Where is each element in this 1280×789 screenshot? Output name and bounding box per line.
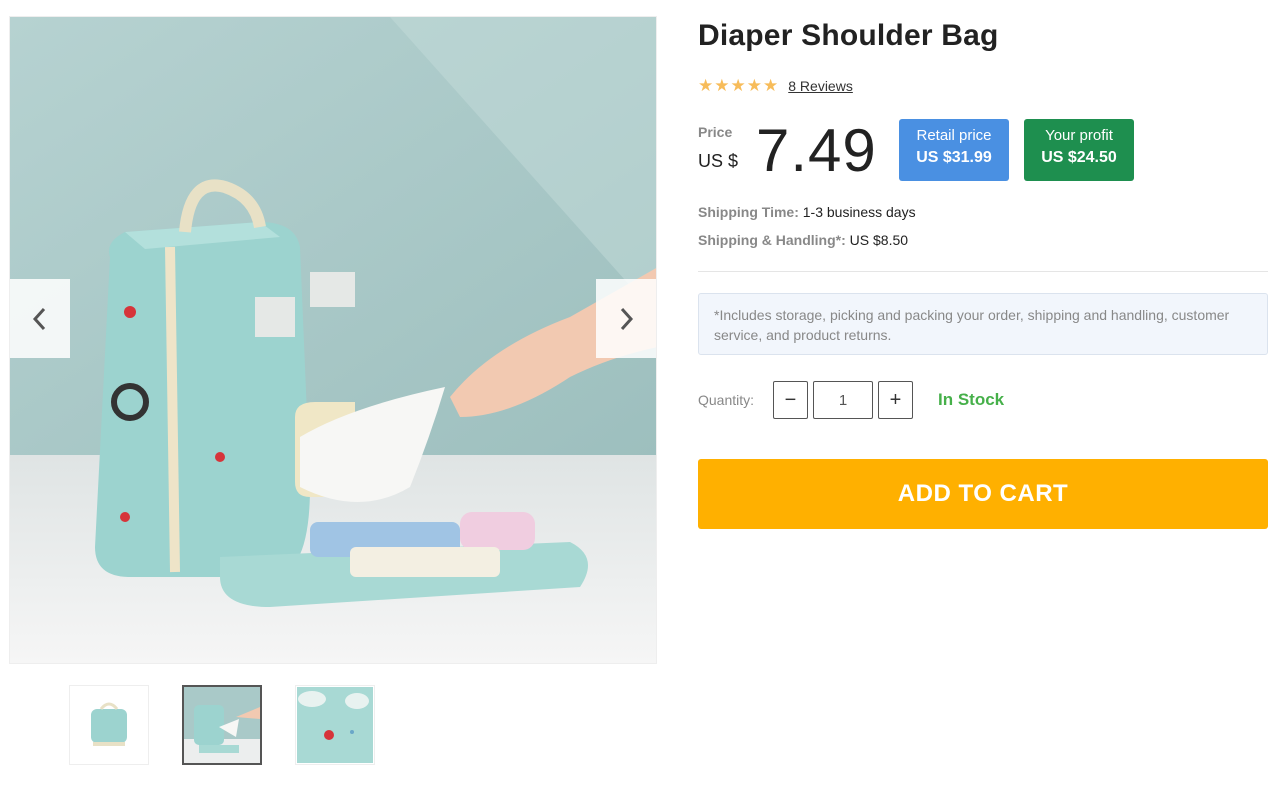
star-icon: ★ (746, 76, 762, 95)
divider (698, 271, 1268, 272)
retail-price-label: Retail price (916, 127, 992, 144)
price-label: Price (698, 124, 733, 140)
add-to-cart-button[interactable]: ADD TO CART (698, 459, 1268, 529)
chevron-left-icon (32, 307, 46, 330)
product-main-image (9, 16, 657, 664)
quantity-increase-button[interactable]: + (878, 381, 913, 419)
quantity-decrease-button[interactable]: − (773, 381, 808, 419)
thumbnail-image (184, 687, 260, 763)
shipping-handling: Shipping & Handling*: US $8.50 (698, 232, 908, 248)
shipping-time: Shipping Time: 1-3 business days (698, 204, 916, 220)
star-icon: ★ (730, 76, 746, 95)
thumbnail-image (91, 702, 127, 746)
profit-badge: Your profit US $24.50 (1024, 119, 1134, 181)
star-icon: ★ (714, 76, 730, 95)
product-page: Diaper Shoulder Bag ★ ★ ★ ★ ★ 8 Reviews … (0, 0, 1280, 789)
product-title: Diaper Shoulder Bag (698, 19, 999, 52)
price-currency: US $ (698, 151, 739, 171)
retail-price-badge: Retail price US $31.99 (899, 119, 1009, 181)
star-icon: ★ (763, 76, 779, 95)
thumbnail-image (297, 687, 373, 763)
profit-label: Your profit (1045, 127, 1113, 144)
star-icon: ★ (698, 76, 714, 95)
shipping-time-value: 1-3 business days (802, 204, 916, 220)
shipping-time-label: Shipping Time: (698, 204, 799, 220)
chevron-right-icon (620, 307, 634, 330)
next-image-button[interactable] (596, 279, 656, 358)
quantity-label: Quantity: (698, 392, 755, 408)
product-photo (10, 17, 656, 663)
thumbnail-2[interactable] (182, 685, 262, 765)
star-rating: ★ ★ ★ ★ ★ (698, 77, 778, 94)
retail-price-value: US $31.99 (916, 149, 992, 166)
shipping-note: *Includes storage, picking and packing y… (698, 293, 1268, 355)
thumbnail-3[interactable] (295, 685, 375, 765)
shipping-handling-label: Shipping & Handling*: (698, 232, 846, 248)
thumbnail-strip (69, 685, 375, 765)
profit-value: US $24.50 (1041, 149, 1117, 166)
quantity-row: Quantity: − + In Stock (698, 380, 1004, 420)
thumbnail-1[interactable] (69, 685, 149, 765)
price-value: 7.49 (756, 117, 877, 184)
price-block: Price US $ 7.49 Retail price US $31.99 Y… (698, 117, 1268, 188)
quantity-input[interactable] (813, 381, 873, 419)
reviews-link[interactable]: 8 Reviews (788, 78, 853, 94)
prev-image-button[interactable] (10, 279, 70, 358)
shipping-handling-value: US $8.50 (849, 232, 909, 248)
product-rating: ★ ★ ★ ★ ★ 8 Reviews (698, 77, 853, 94)
stock-status: In Stock (938, 390, 1005, 409)
